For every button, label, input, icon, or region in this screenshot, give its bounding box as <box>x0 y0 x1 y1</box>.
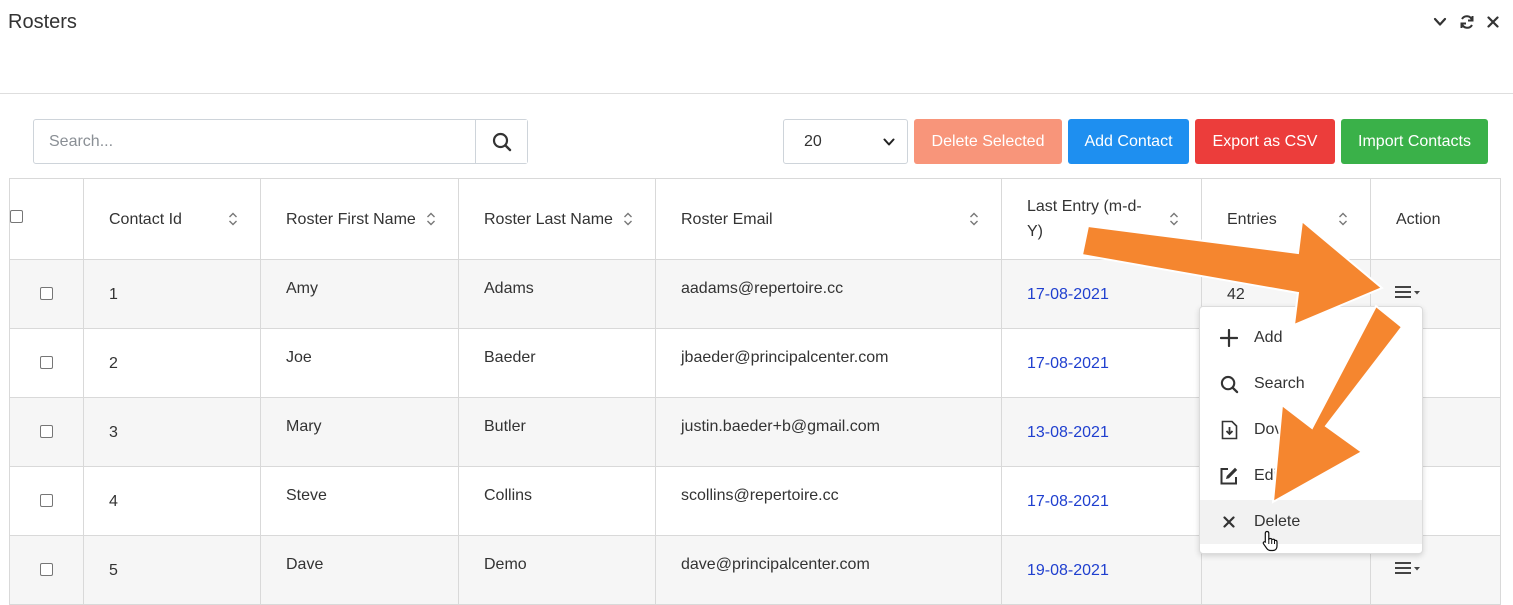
search-button[interactable] <box>475 120 527 163</box>
first-name: Joe <box>260 328 459 398</box>
action-dropdown-menu: Add Search Dov Edi Delete <box>1199 306 1423 554</box>
search-box <box>33 119 528 164</box>
column-header-last-entry[interactable]: Last Entry (m-d-Y) <box>1001 178 1202 260</box>
download-icon <box>1218 419 1240 441</box>
sort-icon <box>1170 212 1178 226</box>
hamburger-menu-icon <box>1395 286 1420 298</box>
menu-item-edit[interactable]: Edi <box>1200 454 1422 498</box>
menu-item-label: Dov <box>1254 421 1283 438</box>
search-icon <box>1218 373 1240 395</box>
row-checkbox[interactable] <box>40 425 53 438</box>
first-name: Steve <box>260 466 459 536</box>
last-entry-date[interactable]: 19-08-2021 <box>1001 535 1202 605</box>
first-name: Mary <box>260 397 459 467</box>
close-icon <box>1218 511 1240 533</box>
row-select-cell <box>9 259 84 329</box>
first-name: Amy <box>260 259 459 329</box>
refresh-icon[interactable] <box>1459 14 1475 30</box>
last-name: Demo <box>458 535 656 605</box>
row-checkbox[interactable] <box>40 494 53 507</box>
email: justin.baeder+b@gmail.com <box>655 397 1002 467</box>
export-csv-button[interactable]: Export as CSV <box>1195 119 1335 164</box>
sort-icon <box>1339 212 1347 226</box>
search-input[interactable] <box>34 120 475 163</box>
contact-id: 2 <box>83 328 261 398</box>
sort-icon <box>427 212 435 226</box>
contact-id: 5 <box>83 535 261 605</box>
column-header-email[interactable]: Roster Email <box>655 178 1002 260</box>
last-entry-date[interactable]: 13-08-2021 <box>1001 397 1202 467</box>
sort-icon <box>624 212 632 226</box>
close-icon[interactable] <box>1487 16 1499 28</box>
email: jbaeder@principalcenter.com <box>655 328 1002 398</box>
last-entry-date[interactable]: 17-08-2021 <box>1001 328 1202 398</box>
search-icon <box>492 132 511 151</box>
email: aadams@repertoire.cc <box>655 259 1002 329</box>
column-header-entries[interactable]: Entries <box>1201 178 1371 260</box>
add-contact-button[interactable]: Add Contact <box>1068 119 1189 164</box>
window-controls <box>1433 14 1499 30</box>
last-name: Adams <box>458 259 656 329</box>
sort-icon <box>970 212 978 226</box>
menu-item-label: Search <box>1254 375 1305 392</box>
column-header-first-name[interactable]: Roster First Name <box>260 178 459 260</box>
panel-title: Rosters <box>8 11 77 33</box>
contact-id: 4 <box>83 466 261 536</box>
page-size-value: 20 <box>804 132 822 150</box>
select-all-checkbox[interactable] <box>10 210 23 223</box>
select-all-cell <box>9 178 84 260</box>
table-header-row: Contact Id Roster First Name Roster Last… <box>9 178 1501 260</box>
edit-icon <box>1218 465 1240 487</box>
header-divider <box>0 93 1513 94</box>
plus-icon <box>1218 327 1240 349</box>
pointer-hand-cursor-icon <box>1262 530 1278 552</box>
row-checkbox[interactable] <box>40 287 53 300</box>
last-name: Butler <box>458 397 656 467</box>
chevron-down-icon <box>883 138 895 145</box>
menu-item-delete[interactable]: Delete <box>1200 500 1422 544</box>
menu-item-search[interactable]: Search <box>1200 362 1422 406</box>
row-select-cell <box>9 397 84 467</box>
row-select-cell <box>9 535 84 605</box>
contact-id: 1 <box>83 259 261 329</box>
page-size-select[interactable]: 20 <box>783 119 908 164</box>
last-name: Baeder <box>458 328 656 398</box>
action-menu-button[interactable] <box>1394 286 1422 303</box>
menu-item-download[interactable]: Dov <box>1200 408 1422 452</box>
column-header-contact-id[interactable]: Contact Id <box>83 178 261 260</box>
menu-item-label: Edi <box>1254 467 1278 484</box>
column-header-action: Action <box>1370 178 1501 260</box>
hamburger-menu-icon <box>1395 562 1420 574</box>
last-entry-date[interactable]: 17-08-2021 <box>1001 259 1202 329</box>
contact-id: 3 <box>83 397 261 467</box>
collapse-chevron-icon[interactable] <box>1433 15 1447 29</box>
column-header-last-name[interactable]: Roster Last Name <box>458 178 656 260</box>
email: scollins@repertoire.cc <box>655 466 1002 536</box>
sort-icon <box>229 212 237 226</box>
row-checkbox[interactable] <box>40 356 53 369</box>
menu-item-label: Delete <box>1254 513 1301 530</box>
email: dave@principalcenter.com <box>655 535 1002 605</box>
menu-item-add[interactable]: Add <box>1200 316 1422 360</box>
import-contacts-button[interactable]: Import Contacts <box>1341 119 1488 164</box>
row-select-cell <box>9 466 84 536</box>
first-name: Dave <box>260 535 459 605</box>
delete-selected-button[interactable]: Delete Selected <box>914 119 1062 164</box>
row-select-cell <box>9 328 84 398</box>
last-name: Collins <box>458 466 656 536</box>
menu-item-label: Add <box>1254 329 1283 346</box>
last-entry-date[interactable]: 17-08-2021 <box>1001 466 1202 536</box>
